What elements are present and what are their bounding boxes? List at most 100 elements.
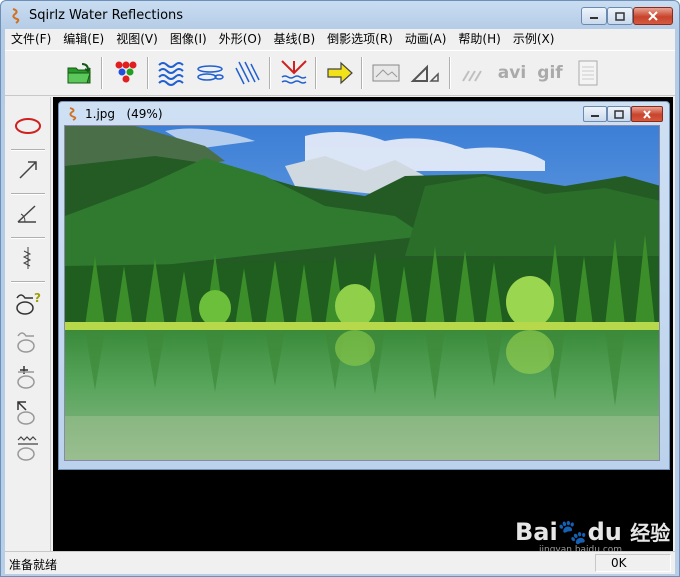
colors-button[interactable] (109, 57, 143, 89)
menu-outline[interactable]: 外形(O) (213, 29, 268, 49)
notes-button[interactable] (571, 57, 605, 89)
menu-examples[interactable]: 示例(X) (507, 29, 561, 49)
lake-photo (65, 126, 659, 460)
toolbar-separator (361, 57, 363, 89)
toolbar-separator (101, 57, 103, 89)
play-button[interactable] (323, 57, 357, 89)
blur-button[interactable] (457, 57, 491, 89)
avi-label: avi (497, 63, 527, 83)
document-filename: 1.jpg (85, 107, 116, 121)
perspective-icon (410, 64, 439, 82)
rain-button[interactable] (231, 57, 265, 89)
export-avi-button[interactable]: avi (495, 57, 529, 89)
document-title: 1.jpg (49%) (85, 107, 163, 121)
watermark-logo: Bai🐾du 经验 (515, 518, 671, 546)
menu-file[interactable]: 文件(F) (5, 29, 57, 49)
outline-help-tool[interactable]: ? (11, 287, 45, 317)
frame-preview-button[interactable] (369, 57, 403, 89)
watermark-brand-cn: 经验 (630, 521, 671, 545)
open-folder-icon (67, 63, 91, 84)
menu-reflection-options[interactable]: 倒影选项(R) (321, 29, 399, 49)
reflection-icon (281, 60, 307, 84)
outline-tool-5[interactable] (11, 433, 45, 463)
arrow-right-icon (327, 61, 353, 85)
status-text: 准备就绪 (9, 558, 58, 572)
rain-lines-icon (235, 61, 260, 85)
watermark-brand-a: Bai (515, 518, 558, 546)
minimize-icon (591, 115, 599, 117)
document-app-icon (69, 107, 77, 121)
menu-bar: 文件(F) 编辑(E) 视图(V) 图像(I) 外形(O) 基线(B) 倒影选项… (5, 29, 675, 49)
status-pane (595, 554, 671, 572)
close-button[interactable] (633, 7, 673, 25)
outline-tool-4[interactable] (11, 397, 45, 427)
tool-separator (11, 149, 45, 151)
menu-help[interactable]: 帮助(H) (452, 29, 506, 49)
title-bar[interactable]: Sqirlz Water Reflections (1, 1, 679, 29)
document-window: 1.jpg (49%) (58, 101, 670, 470)
toolbar-separator (449, 57, 451, 89)
perspective-button[interactable] (409, 57, 443, 89)
ripples-icon (197, 65, 224, 81)
image-canvas[interactable] (64, 125, 660, 461)
angle-tool[interactable] (11, 199, 45, 229)
left-toolbar: ? (5, 97, 51, 552)
outline-shrink-icon (17, 401, 35, 425)
client-area: 文件(F) 编辑(E) 视图(V) 图像(I) 外形(O) 基线(B) 倒影选项… (5, 29, 675, 574)
menu-animation[interactable]: 动画(A) (399, 29, 453, 49)
outline-waves-icon (17, 436, 38, 461)
menu-edit[interactable]: 编辑(E) (57, 29, 110, 49)
menu-baseline[interactable]: 基线(B) (268, 29, 322, 49)
reflect-button[interactable] (277, 57, 311, 89)
waves-button[interactable] (155, 57, 189, 89)
outline-curve-icon (17, 332, 35, 353)
doc-close-button[interactable] (631, 106, 663, 122)
status-bar: 准备就绪 0K (5, 551, 675, 573)
toolbar-separator (269, 57, 271, 89)
toolbar-separator (147, 57, 149, 89)
zigzag-baseline-icon (22, 247, 32, 269)
outline-tool-2[interactable] (11, 325, 45, 355)
tool-separator (11, 281, 45, 283)
image-frame-icon (372, 64, 400, 82)
ellipse-icon (15, 118, 41, 134)
ellipse-tool[interactable] (11, 111, 45, 141)
minimize-button[interactable] (581, 7, 607, 25)
tool-separator (11, 237, 45, 239)
main-toolbar: avi gif (5, 50, 675, 96)
doc-minimize-button[interactable] (583, 106, 607, 122)
slashes-icon (462, 70, 482, 82)
baseline-tool[interactable] (11, 243, 45, 273)
document-zoom: (49%) (126, 107, 163, 121)
svg-text:?: ? (34, 291, 41, 305)
mdi-workspace: 1.jpg (49%) Bai🐾du 经验 jingyan.baidu.com (53, 97, 673, 555)
arrow-tool[interactable] (11, 155, 45, 185)
open-button[interactable] (63, 57, 97, 89)
maximize-icon (615, 11, 625, 21)
diagonal-arrow-icon (19, 161, 37, 179)
document-icon (578, 60, 598, 86)
protractor-icon (17, 205, 36, 223)
menu-view[interactable]: 视图(V) (110, 29, 164, 49)
maximize-icon (614, 109, 624, 119)
export-gif-button[interactable]: gif (533, 57, 567, 89)
waves-icon (158, 62, 184, 86)
outline-move-icon (17, 366, 35, 389)
maximize-button[interactable] (607, 7, 633, 25)
close-icon (643, 109, 651, 119)
window-title: Sqirlz Water Reflections (29, 8, 184, 23)
tool-separator (11, 193, 45, 195)
app-logo-icon (12, 8, 20, 24)
outline-tool-3[interactable] (11, 361, 45, 391)
toolbar-separator (315, 57, 317, 89)
color-dots-icon (115, 61, 137, 83)
close-icon (648, 11, 658, 21)
gif-label: gif (537, 63, 563, 83)
ripples-button[interactable] (193, 57, 227, 89)
doc-maximize-button[interactable] (607, 106, 631, 122)
status-indicator: 0K (611, 556, 627, 570)
minimize-icon (590, 17, 598, 19)
app-window: Sqirlz Water Reflections 文件(F) 编辑(E) 视图(… (0, 0, 680, 577)
menu-image[interactable]: 图像(I) (164, 29, 213, 49)
watermark-brand-b: du (587, 518, 622, 546)
